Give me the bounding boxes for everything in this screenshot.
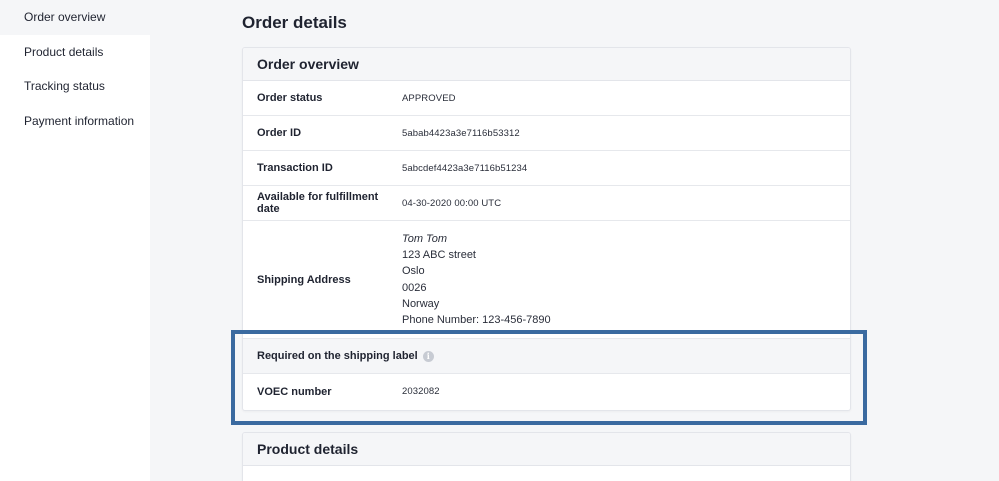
recipient-name: Tom Tom (402, 232, 448, 245)
sidebar-item-order-overview[interactable]: Order overview (0, 0, 150, 35)
sidebar-item-tracking-status[interactable]: Tracking status (0, 69, 150, 104)
transaction-id-value: 5abcdef4423a3e7116b51234 (402, 162, 528, 174)
sidebar: Order overview Product details Tracking … (0, 0, 150, 481)
voec-number-row: VOEC number 2032082 (243, 374, 850, 409)
page: Order overview Product details Tracking … (0, 0, 999, 481)
product-details-header: Product details (243, 433, 850, 466)
transaction-id-row: Transaction ID 5abcdef4423a3e7116b51234 (243, 151, 850, 186)
shipping-label-heading: Required on the shipping label (257, 350, 418, 362)
address-city: Oslo (402, 265, 425, 278)
fulfillment-date-value: 04-30-2020 00:00 UTC (402, 197, 502, 209)
product-details-card: Product details (242, 432, 851, 481)
shipping-label-subheader: Required on the shipping label i (243, 339, 850, 374)
address-postal-code: 0026 (402, 281, 427, 294)
shipping-address-row: Shipping Address Tom Tom 123 ABC street … (243, 221, 850, 339)
shipping-address-block: Tom Tom 123 ABC street Oslo 0026 Norway … (402, 232, 551, 328)
order-id-value: 5abab4423a3e7116b53312 (402, 127, 520, 139)
info-icon[interactable]: i (422, 350, 434, 362)
address-country: Norway (402, 297, 440, 310)
address-street: 123 ABC street (402, 248, 476, 261)
voec-number-label: VOEC number (257, 385, 332, 398)
order-status-value: APPROVED (402, 92, 456, 104)
fulfillment-date-label: Available for fulfillment date (257, 191, 379, 215)
order-id-row: Order ID 5abab4423a3e7116b53312 (243, 116, 850, 151)
shipping-address-label: Shipping Address (257, 273, 351, 286)
order-overview-header: Order overview (243, 48, 850, 81)
voec-number-value: 2032082 (402, 386, 440, 397)
address-phone: Phone Number: 123-456-7890 (402, 314, 551, 327)
sidebar-item-payment-information[interactable]: Payment information (0, 104, 150, 139)
order-status-label: Order status (257, 92, 323, 104)
order-status-row: Order status APPROVED (243, 81, 850, 116)
sidebar-item-product-details[interactable]: Product details (0, 35, 150, 70)
fulfillment-date-row: Available for fulfillment date 04-30-202… (243, 186, 850, 221)
page-title: Order details (242, 13, 347, 32)
order-overview-card: Order overview Order status APPROVED Ord… (242, 47, 851, 411)
order-id-label: Order ID (257, 127, 302, 139)
transaction-id-label: Transaction ID (257, 162, 333, 174)
